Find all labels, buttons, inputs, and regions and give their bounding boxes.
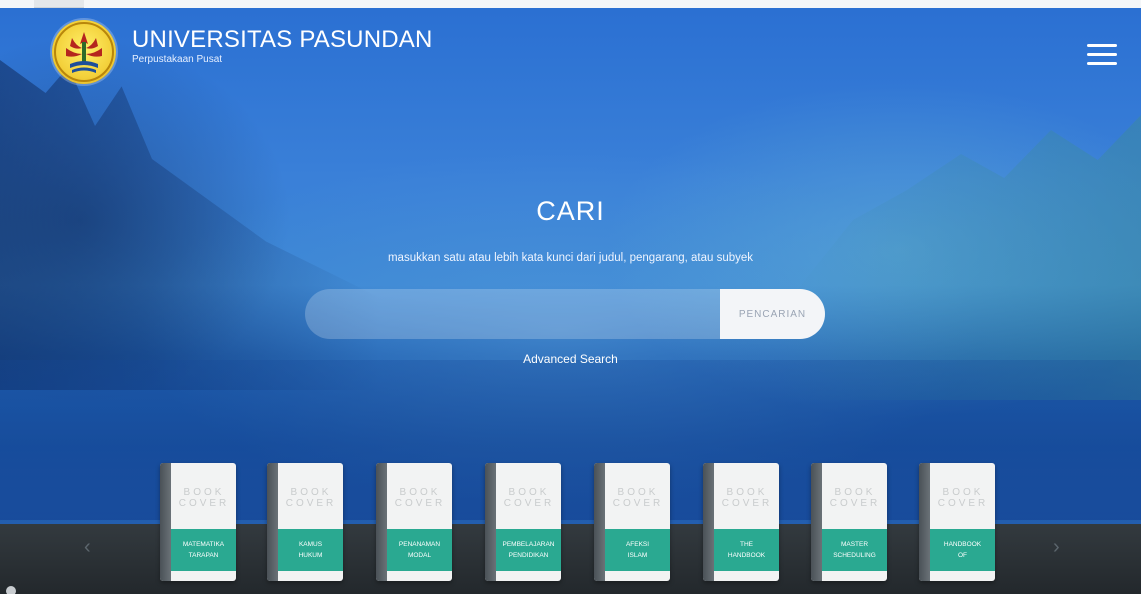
book-title-line: TARAPAN [188, 552, 219, 559]
hamburger-menu-icon[interactable] [1087, 44, 1117, 68]
cover-text: BOOK [290, 487, 332, 498]
book-card[interactable]: BOOK COVER MASTER SCHEDULING [811, 463, 887, 581]
cover-text: COVER [829, 498, 881, 509]
book-spine [919, 463, 930, 581]
search-input[interactable] [305, 289, 720, 339]
chevron-right-icon[interactable]: › [1053, 536, 1060, 559]
search-heading: CARI [536, 196, 605, 226]
search-bar: PENCARIAN [305, 289, 825, 339]
book-card[interactable]: BOOK COVER KAMUS HUKUM [267, 463, 343, 581]
book-title-line: HANDBOOK [727, 552, 766, 559]
cover-text: BOOK [617, 487, 659, 498]
book-title-line: SCHEDULING [833, 552, 876, 559]
book-cover-placeholder: BOOK COVER [174, 487, 234, 509]
book-title-line: PENDIDIKAN [508, 552, 549, 559]
book-title-label: AFEKSI ISLAM [605, 529, 670, 571]
book-title-line: THE [740, 541, 753, 548]
book-title-label: MATEMATIKA TARAPAN [171, 529, 236, 571]
cover-text: BOOK [726, 487, 768, 498]
cover-text: BOOK [183, 487, 225, 498]
book-title-line: MATEMATIKA [182, 541, 225, 548]
book-cover-placeholder: BOOK COVER [933, 487, 993, 509]
book-title-line: HUKUM [298, 552, 323, 559]
book-card[interactable]: BOOK COVER AFEKSI ISLAM [594, 463, 670, 581]
search-button[interactable]: PENCARIAN [720, 289, 825, 339]
cover-text: COVER [178, 498, 230, 509]
book-card[interactable]: BOOK COVER PENANAMAN MODAL [376, 463, 452, 581]
book-title-line: ISLAM [627, 552, 648, 559]
book-title-label: THE HANDBOOK [714, 529, 779, 571]
cover-text: COVER [612, 498, 664, 509]
cover-text: BOOK [834, 487, 876, 498]
book-spine [160, 463, 171, 581]
book-cover-placeholder: BOOK COVER [717, 487, 777, 509]
book-cover-placeholder: BOOK COVER [608, 487, 668, 509]
book-card[interactable]: BOOK COVER THE HANDBOOK [703, 463, 779, 581]
book-card[interactable]: BOOK COVER HANDBOOK OF [919, 463, 995, 581]
top-edge [0, 0, 1141, 8]
advanced-search-container: Advanced Search [0, 352, 1141, 366]
book-title-line: MASTER [840, 541, 869, 548]
book-cover-placeholder: BOOK COVER [281, 487, 341, 509]
book-card[interactable]: BOOK COVER MATEMATIKA TARAPAN [160, 463, 236, 581]
cover-text: COVER [285, 498, 337, 509]
book-title-label: HANDBOOK OF [930, 529, 995, 571]
book-cover-placeholder: BOOK COVER [499, 487, 559, 509]
book-title-label: PENANAMAN MODAL [387, 529, 452, 571]
carousel-indicator[interactable] [6, 586, 16, 594]
book-title-label: MASTER SCHEDULING [822, 529, 887, 571]
menu-bar [1087, 44, 1117, 47]
advanced-search-link[interactable]: Advanced Search [523, 352, 618, 366]
book-title-line: AFEKSI [625, 541, 650, 548]
book-title-line: PENANAMAN [398, 541, 441, 548]
book-cover-placeholder: BOOK COVER [825, 487, 885, 509]
book-title-line: PEMBELAJARAN [502, 541, 555, 548]
book-spine [485, 463, 496, 581]
book-title-label: PEMBELAJARAN PENDIDIKAN [496, 529, 561, 571]
cover-text: BOOK [508, 487, 550, 498]
cover-text: COVER [937, 498, 989, 509]
cover-text: COVER [721, 498, 773, 509]
book-title-line: HANDBOOK [943, 541, 982, 548]
library-home-page: UNIVERSITAS PASUNDAN Perpustakaan Pusat … [0, 0, 1141, 594]
search-instructions: masukkan satu atau lebih kata kunci dari… [387, 252, 754, 264]
book-spine [267, 463, 278, 581]
book-card[interactable]: BOOK COVER PEMBELAJARAN PENDIDIKAN [485, 463, 561, 581]
book-title-line: KAMUS [298, 541, 323, 548]
cover-text: BOOK [399, 487, 441, 498]
book-title-line: MODAL [407, 552, 432, 559]
book-cover-placeholder: BOOK COVER [390, 487, 450, 509]
cover-text: COVER [394, 498, 446, 509]
university-emblem-icon[interactable] [52, 20, 116, 84]
menu-bar [1087, 62, 1117, 65]
university-title: UNIVERSITAS PASUNDAN [132, 26, 433, 53]
book-title-line: OF [957, 552, 968, 559]
menu-bar [1087, 53, 1117, 56]
book-spine [594, 463, 605, 581]
chevron-left-icon[interactable]: ‹ [84, 536, 91, 559]
book-spine [703, 463, 714, 581]
book-spine [811, 463, 822, 581]
library-subtitle: Perpustakaan Pusat [132, 54, 223, 65]
top-edge-tab [34, 0, 84, 8]
cover-text: COVER [503, 498, 555, 509]
book-title-label: KAMUS HUKUM [278, 529, 343, 571]
cover-text: BOOK [942, 487, 984, 498]
book-spine [376, 463, 387, 581]
